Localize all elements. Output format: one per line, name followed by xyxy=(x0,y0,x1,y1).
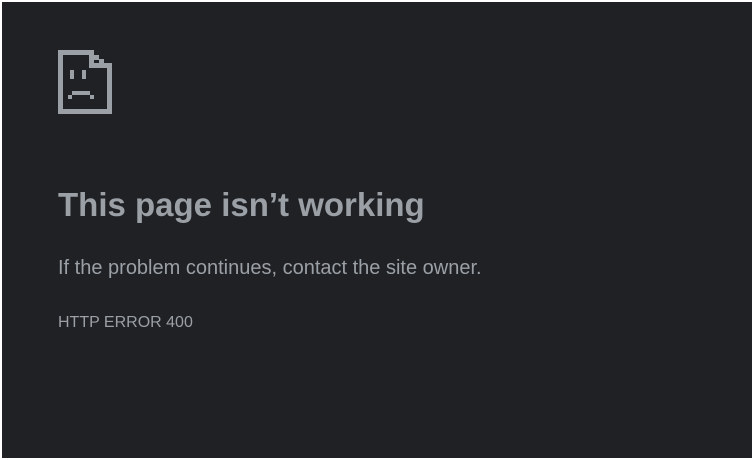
browser-viewport: This page isn’t working If the problem c… xyxy=(0,0,754,460)
error-message: If the problem continues, contact the si… xyxy=(58,257,482,279)
error-code: HTTP ERROR 400 xyxy=(58,314,193,331)
sad-page-icon xyxy=(58,50,112,114)
page-title: This page isn’t working xyxy=(58,186,425,223)
